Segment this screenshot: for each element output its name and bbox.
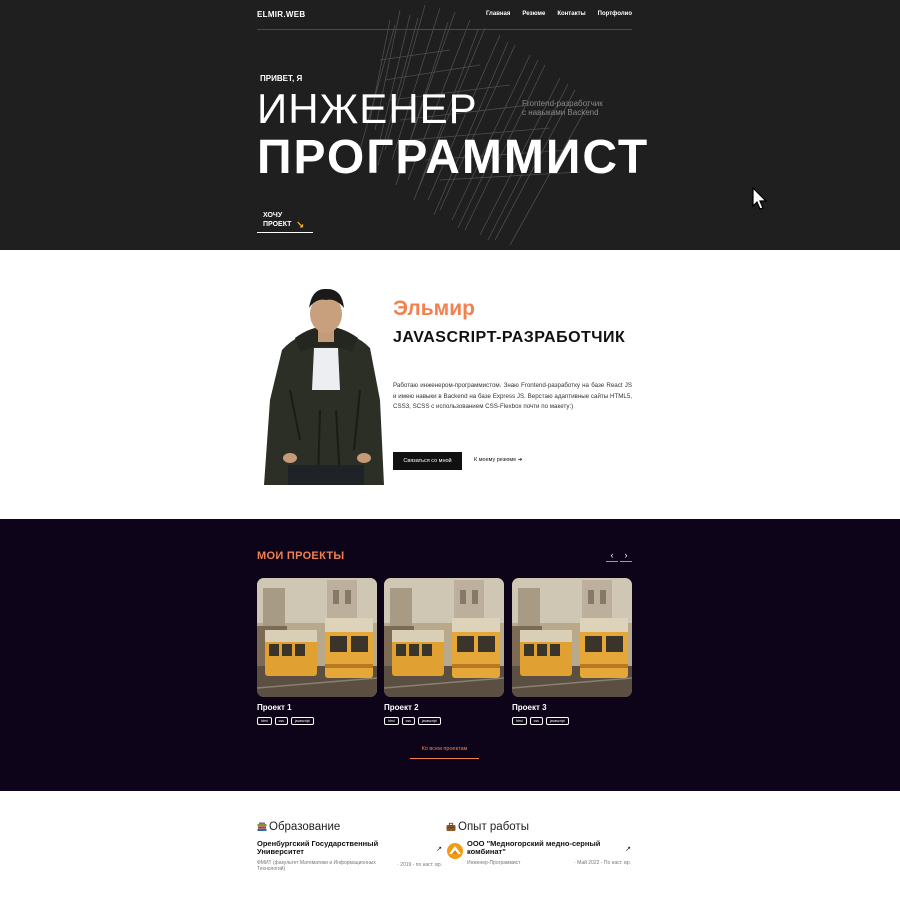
arrow-down-right-icon: ↘ xyxy=(296,220,305,231)
nav-link-home[interactable]: Главная xyxy=(486,11,510,17)
profile-photo xyxy=(264,288,384,485)
tag-css: css xyxy=(401,717,415,725)
top-navigation: ELMIR.WEB Главная Резюме Контакты Портфо… xyxy=(257,0,632,30)
hero-subtitle: Frontend-разработчик с навыками Backend xyxy=(522,99,632,117)
site-logo[interactable]: ELMIR.WEB xyxy=(257,10,305,19)
education-org: Оренбургский Государственный Университет xyxy=(257,839,379,856)
project-name[interactable]: Проект 1 xyxy=(257,703,377,712)
nav-link-contacts[interactable]: Контакты xyxy=(557,11,585,17)
tag-html: html xyxy=(257,717,272,725)
mouse-pointer-icon xyxy=(752,187,768,210)
project-tags: html css javascript xyxy=(257,717,377,725)
education-title: Образование xyxy=(269,821,341,833)
info-section: Образование Оренбургский Государственный… xyxy=(0,791,900,900)
education-heading: Образование xyxy=(257,821,442,833)
profile-role: JAVASCRIPT-РАЗРАБОТЧИК xyxy=(393,329,626,346)
projects-section: МОИ ПРОЕКТЫ ‹ › Проект 1 html css javasc… xyxy=(0,519,900,791)
hero-subtitle-line2: с навыками Backend xyxy=(522,108,599,117)
project-name[interactable]: Проект 3 xyxy=(512,703,632,712)
books-icon xyxy=(257,822,267,831)
want-project-label-line2: ПРОЕКТ xyxy=(263,221,292,228)
hero-subtitle-line1: Frontend-разработчик xyxy=(522,99,603,108)
briefcase-icon xyxy=(446,822,456,831)
education-detail: ФМИТ (факультет Математики и Информацион… xyxy=(257,860,376,872)
hero-title-line2: ПРОГРАММИСТ xyxy=(257,131,650,184)
tram-image xyxy=(512,578,632,697)
project-card[interactable]: Проект 3 html css javascript xyxy=(512,578,632,725)
about-section: Эльмир JAVASCRIPT-РАЗРАБОТЧИК Работаю ин… xyxy=(0,250,900,519)
tag-javascript: javascript xyxy=(417,717,441,725)
education-block: Образование Оренбургский Государственный… xyxy=(257,821,442,872)
project-thumbnail[interactable] xyxy=(257,578,377,697)
nav-links: Главная Резюме Контакты Портфолио xyxy=(486,11,632,17)
experience-heading: Опыт работы xyxy=(446,821,631,833)
project-tags: html css javascript xyxy=(384,717,504,725)
education-date: · 2019 - по наст. вр. xyxy=(397,862,442,868)
profile-name: Эльмир xyxy=(393,297,475,320)
tag-javascript: javascript xyxy=(545,717,569,725)
tag-css: css xyxy=(529,717,543,725)
profile-bio: Работаю инженером-программистом. Знаю Fr… xyxy=(393,382,632,410)
project-thumbnail[interactable] xyxy=(512,578,632,697)
resume-link[interactable]: К моему резюме ➔ xyxy=(474,457,522,463)
contact-me-button[interactable]: Связаться со мной xyxy=(393,452,462,470)
want-project-label-line1: ХОЧУ xyxy=(263,212,283,219)
experience-title: Опыт работы xyxy=(458,821,529,833)
tag-html: html xyxy=(384,717,399,725)
company-logo xyxy=(447,843,463,859)
experience-org: ООО "Медногорский медно-серный комбинат" xyxy=(467,839,601,856)
experience-date: · Май 2022 - По наст. вр. xyxy=(574,860,631,866)
want-project-button[interactable]: ХОЧУ ПРОЕКТ ↘ xyxy=(257,211,313,233)
nav-link-resume[interactable]: Резюме xyxy=(522,11,545,17)
project-thumbnail[interactable] xyxy=(384,578,504,697)
experience-block: Опыт работы ООО "Медногорский медно-серн… xyxy=(446,821,631,866)
tag-css: css xyxy=(274,717,288,725)
carousel-next-button[interactable]: › xyxy=(620,550,632,562)
hero-section: ELMIR.WEB Главная Резюме Контакты Портфо… xyxy=(0,0,900,250)
hero-title-line1: ИНЖЕНЕР xyxy=(257,85,478,132)
hero-greeting: ПРИВЕТ, Я xyxy=(260,74,303,83)
carousel-prev-button[interactable]: ‹ xyxy=(606,550,618,562)
external-link-icon[interactable]: ↗ xyxy=(625,845,631,853)
tram-image xyxy=(257,578,377,697)
external-link-icon[interactable]: ↗ xyxy=(436,845,442,853)
nav-link-portfolio[interactable]: Портфолио xyxy=(598,11,632,17)
project-card[interactable]: Проект 1 html css javascript xyxy=(257,578,377,725)
tram-image xyxy=(384,578,504,697)
projects-title: МОИ ПРОЕКТЫ xyxy=(257,550,345,562)
tag-html: html xyxy=(512,717,527,725)
project-tags: html css javascript xyxy=(512,717,632,725)
project-card[interactable]: Проект 2 html css javascript xyxy=(384,578,504,725)
project-name[interactable]: Проект 2 xyxy=(384,703,504,712)
tag-javascript: javascript xyxy=(290,717,314,725)
all-projects-link[interactable]: Ко всем проектам xyxy=(410,746,479,759)
